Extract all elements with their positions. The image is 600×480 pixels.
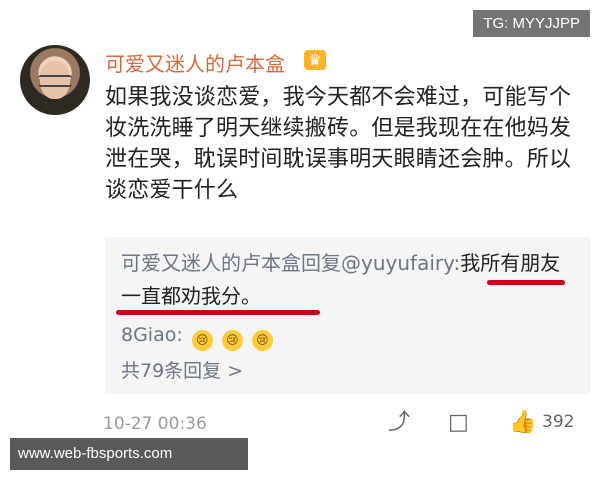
thumbs-up-icon[interactable]: 👍 (509, 411, 536, 435)
avatar[interactable] (20, 45, 90, 115)
glasses-icon (38, 75, 72, 87)
reply-box: 可爱又迷人的卢本盒回复@yuyufairy:我所有朋友一直都劝我分。 8Giao… (105, 237, 590, 394)
post-body: 如果我没谈恋爱，我今天都不会难过，可能写个妆洗洗睡了明天继续搬砖。但是我现在在他… (105, 85, 572, 203)
post-username[interactable]: 可爱又迷人的卢本盒 (105, 48, 285, 77)
crying-emoji-icon: 😢 (191, 330, 213, 351)
red-underline-2 (116, 310, 320, 315)
crying-emoji-icon: 😢 (251, 330, 273, 351)
timestamp: 10-27 00:36 (103, 414, 207, 434)
comment-icon[interactable]: □ (448, 411, 469, 435)
view-more-replies[interactable]: 共79条回复 > (121, 356, 243, 386)
bottom-watermark: www.web-fbsports.com (10, 438, 248, 470)
like-count: 392 (542, 412, 575, 432)
sub-reply-user[interactable]: 8Giao: (121, 324, 183, 346)
crying-emoji-icon: 😢 (221, 330, 243, 351)
reply-prefix[interactable]: 可爱又迷人的卢本盒回复@yuyufairy: (121, 251, 460, 275)
crown-icon: ♛ (304, 50, 326, 70)
red-underline-1 (487, 280, 565, 285)
sub-reply[interactable]: 8Giao: 😢 😢 😢 (121, 320, 273, 351)
share-icon[interactable]: ⤴ (388, 411, 410, 435)
top-watermark: TG: MYYJJPP (473, 10, 590, 37)
